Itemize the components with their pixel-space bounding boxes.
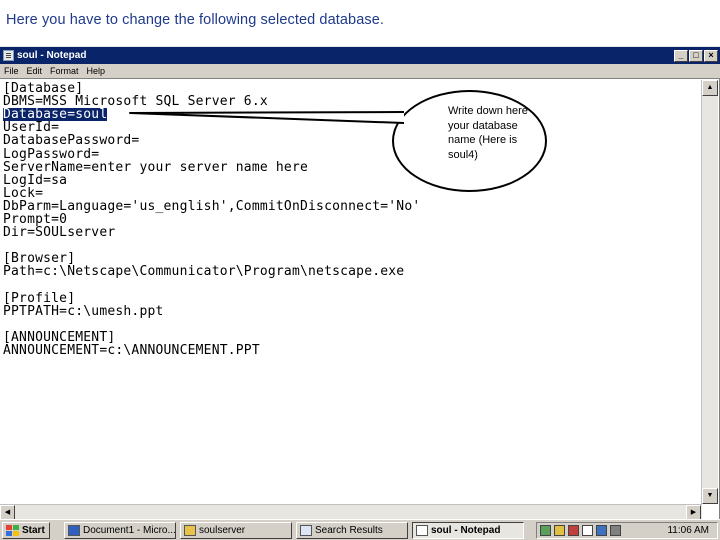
- scroll-up-icon[interactable]: ▲: [702, 80, 718, 96]
- menu-help[interactable]: Help: [83, 66, 110, 76]
- editor-line[interactable]: Path=c:\Netscape\Communicator\Program\ne…: [3, 265, 404, 278]
- editor-line[interactable]: Prompt=0: [3, 213, 67, 226]
- calendar-icon[interactable]: [582, 525, 593, 536]
- volume-icon[interactable]: [610, 525, 621, 536]
- editor-line[interactable]: PPTPATH=c:\umesh.ppt: [3, 305, 164, 318]
- scroll-right-icon[interactable]: ▶: [686, 505, 701, 520]
- network-icon[interactable]: [540, 525, 551, 536]
- start-label: Start: [22, 525, 45, 536]
- maximize-button[interactable]: □: [689, 49, 703, 62]
- editor-line[interactable]: [Database]: [3, 82, 83, 95]
- tray-app-icon[interactable]: [554, 525, 565, 536]
- taskbar-item-label: Search Results: [315, 525, 383, 536]
- selected-database-line[interactable]: Database=soul: [3, 108, 108, 122]
- taskbar-item-notepad[interactable]: soul - Notepad: [412, 522, 524, 539]
- editor-line[interactable]: LogPassword=: [3, 148, 99, 161]
- text-editor[interactable]: [Database] DBMS=MSS Microsoft SQL Server …: [0, 80, 700, 504]
- taskbar-clock: 11:06 AM: [667, 525, 709, 536]
- editor-line[interactable]: [Profile]: [3, 292, 75, 305]
- editor-line[interactable]: [Browser]: [3, 252, 75, 265]
- taskbar-item-label: soulserver: [199, 525, 246, 536]
- menu-bar: File Edit Format Help: [0, 64, 720, 79]
- taskbar-item-label: Document1 - Micro...: [83, 525, 176, 536]
- minimize-button[interactable]: _: [674, 49, 688, 62]
- editor-line[interactable]: Dir=SOULserver: [3, 226, 115, 239]
- monitor-icon[interactable]: [596, 525, 607, 536]
- scroll-left-icon[interactable]: ◀: [0, 505, 15, 520]
- antivirus-icon[interactable]: [568, 525, 579, 536]
- taskbar: Start Document1 - Micro... soulserver Se…: [0, 519, 720, 540]
- callout-text: Write down here your database name (Here…: [448, 105, 528, 161]
- close-button[interactable]: ×: [704, 49, 718, 62]
- window-titlebar[interactable]: soul - Notepad _ □ ×: [0, 47, 720, 64]
- slide-caption: Here you have to change the following se…: [6, 12, 385, 28]
- notepad-window: soul - Notepad _ □ × File Edit Format He…: [0, 47, 720, 520]
- editor-line[interactable]: DBMS=MSS Microsoft SQL Server 6.x: [3, 95, 268, 108]
- taskbar-item-search-results[interactable]: Search Results: [296, 522, 408, 539]
- word-document-icon: [68, 525, 80, 536]
- windows-logo-icon: [6, 525, 19, 536]
- vertical-scrollbar[interactable]: ▲ ▼: [701, 80, 718, 504]
- horizontal-scrollbar[interactable]: ◀ ▶: [0, 504, 702, 520]
- editor-line[interactable]: LogId=sa: [3, 174, 67, 187]
- menu-file[interactable]: File: [0, 66, 23, 76]
- notepad-icon: [416, 525, 428, 536]
- system-tray: 11:06 AM: [536, 522, 718, 539]
- folder-icon: [184, 525, 196, 536]
- taskbar-item-document1[interactable]: Document1 - Micro...: [64, 522, 176, 539]
- menu-format[interactable]: Format: [46, 66, 83, 76]
- menu-edit[interactable]: Edit: [23, 66, 47, 76]
- editor-line[interactable]: UserId=: [3, 121, 59, 134]
- search-icon: [300, 525, 312, 536]
- notepad-icon[interactable]: [3, 50, 14, 61]
- editor-line[interactable]: Lock=: [3, 187, 43, 200]
- taskbar-item-label: soul - Notepad: [431, 525, 501, 536]
- editor-line[interactable]: ServerName=enter your server name here: [3, 161, 308, 174]
- editor-line[interactable]: [ANNOUNCEMENT]: [3, 331, 115, 344]
- editor-line[interactable]: DbParm=Language='us_english',CommitOnDis…: [3, 200, 420, 213]
- editor-line[interactable]: DatabasePassword=: [3, 134, 139, 147]
- editor-line[interactable]: ANNOUNCEMENT=c:\ANNOUNCEMENT.PPT: [3, 344, 260, 357]
- window-title: soul - Notepad: [17, 50, 87, 61]
- taskbar-item-soulserver[interactable]: soulserver: [180, 522, 292, 539]
- start-button[interactable]: Start: [2, 522, 50, 539]
- scroll-down-icon[interactable]: ▼: [702, 488, 718, 504]
- caption-buttons: _ □ ×: [673, 49, 718, 62]
